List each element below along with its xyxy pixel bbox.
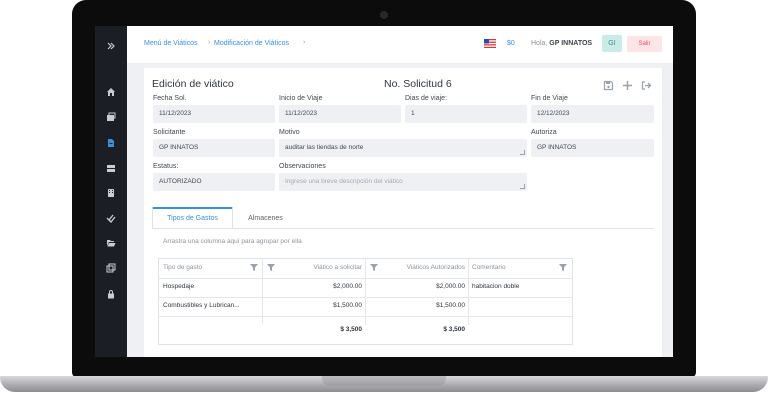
money-icon[interactable] [95,160,127,176]
table-cell-solicitar[interactable]: $1,500.00 [265,302,362,309]
filter-icon[interactable] [370,264,378,271]
total-autorizados: $ 3,500 [443,326,465,333]
balance-amount: $0 [507,40,515,47]
total-solicitar: $ 3,500 [340,326,362,333]
table-cell-solicitar[interactable]: $2,000.00 [265,283,362,290]
estatus-label: Estatus: [153,163,179,170]
breadcrumb-separator: › [208,39,211,46]
app-screen: Menú de Viáticos › Modificación de Viáti… [95,26,673,357]
inicio-viaje-field[interactable]: 11/12/2023 [279,105,401,123]
webcam [380,11,388,19]
edit-card: Edición de viático No. Solicitud 6 Fecha… [144,68,662,357]
table-cell-autorizados[interactable]: $2,000.00 [368,283,465,290]
observaciones-placeholder: Ingrese una breve descripción del viátic… [285,178,403,185]
column-header-viaticos-autorizados[interactable]: Viáticos Autorizados [381,264,465,271]
breadcrumb-separator: › [303,39,306,46]
filter-icon[interactable] [250,264,258,271]
observaciones-label: Observaciones [279,163,326,170]
inicio-viaje-label: Inicio de Viaje [279,95,323,102]
add-icon[interactable] [622,80,633,91]
table-cell-tipo[interactable]: Combustibles y Lubrican... [163,302,260,309]
fecha-sol-label: Fecha Sol. [153,95,187,102]
top-bar: Menú de Viáticos › Modificación de Viáti… [127,26,673,63]
dias-viaje-label: Dias de viaje: [405,95,448,102]
column-header-comentario[interactable]: Comentario [472,264,506,271]
breadcrumb-modificacion[interactable]: Modificación de Viáticos [214,40,289,47]
filter-icon[interactable] [559,264,567,271]
row-divider [159,297,572,298]
save-icon[interactable] [603,80,614,91]
exit-icon[interactable] [641,80,652,91]
request-number: No. Solicitud 6 [384,78,452,90]
document-icon[interactable] [95,135,127,151]
folder-open-icon[interactable] [95,235,127,251]
row-divider [159,278,572,279]
stack-icon[interactable] [95,109,127,125]
solicitante-label: Solicitante [153,129,186,136]
resize-handle-icon[interactable] [520,150,525,155]
page-title: Edición de viático [152,78,234,90]
observaciones-textarea[interactable]: Ingrese una breve descripción del viátic… [279,173,527,191]
estatus-field[interactable]: AUTORIZADO [153,173,275,191]
laptop-base-notch [322,376,446,386]
greeting: Hola, GP INNATOS [531,40,592,47]
breadcrumb-menu-viaticos[interactable]: Menú de Viáticos [144,40,198,47]
table-cell-comentario[interactable]: habitacion doble [472,283,568,290]
user-name: GP INNATOS [549,40,593,47]
home-icon[interactable] [95,84,127,100]
expenses-grid: Tipo de gasto Viático a solicitar Viátic… [158,258,573,345]
fin-viaje-field[interactable]: 12/12/2023 [531,105,654,123]
resize-handle-icon[interactable] [520,184,525,189]
expand-sidebar-icon[interactable] [95,38,127,54]
group-panel-hint[interactable]: Arrastra una columna aquí para agrupar p… [163,238,302,245]
column-header-tipo[interactable]: Tipo de gasto [163,264,202,271]
building-icon[interactable] [95,185,127,201]
solicitante-field[interactable]: GP INNATOS [153,139,275,157]
fecha-sol-field[interactable]: 11/12/2023 [153,105,275,123]
double-check-icon[interactable] [95,210,127,226]
tab-divider [152,228,654,229]
filter-icon[interactable] [267,264,275,271]
fin-viaje-label: Fin de Viaje [531,95,568,102]
dias-viaje-field[interactable]: 1 [405,105,527,123]
autoriza-field[interactable]: GP INNATOS [531,139,654,157]
us-flag-icon[interactable] [484,39,496,48]
tab-almacenes[interactable]: Almacenes [236,207,295,229]
motivo-text: auditar las tiendas de norte [285,144,364,151]
table-cell-tipo[interactable]: Hospedaje [163,283,259,290]
sidebar [95,26,127,357]
lock-icon[interactable] [95,286,127,302]
tab-tipos-de-gastos[interactable]: Tipos de Gastos [152,207,233,229]
logout-button[interactable]: Salir [627,36,662,52]
avatar[interactable]: GI [602,35,622,52]
column-header-viatico-solicitar[interactable]: Viático a solicitar [279,264,362,271]
copy-icon[interactable] [95,260,127,276]
motivo-textarea[interactable]: auditar las tiendas de norte [279,139,527,157]
greeting-text: Hola, [531,40,548,47]
autoriza-label: Autoriza [531,129,557,136]
row-divider [159,316,572,317]
table-cell-autorizados[interactable]: $1,500.00 [368,302,465,309]
motivo-label: Motivo [279,129,300,136]
